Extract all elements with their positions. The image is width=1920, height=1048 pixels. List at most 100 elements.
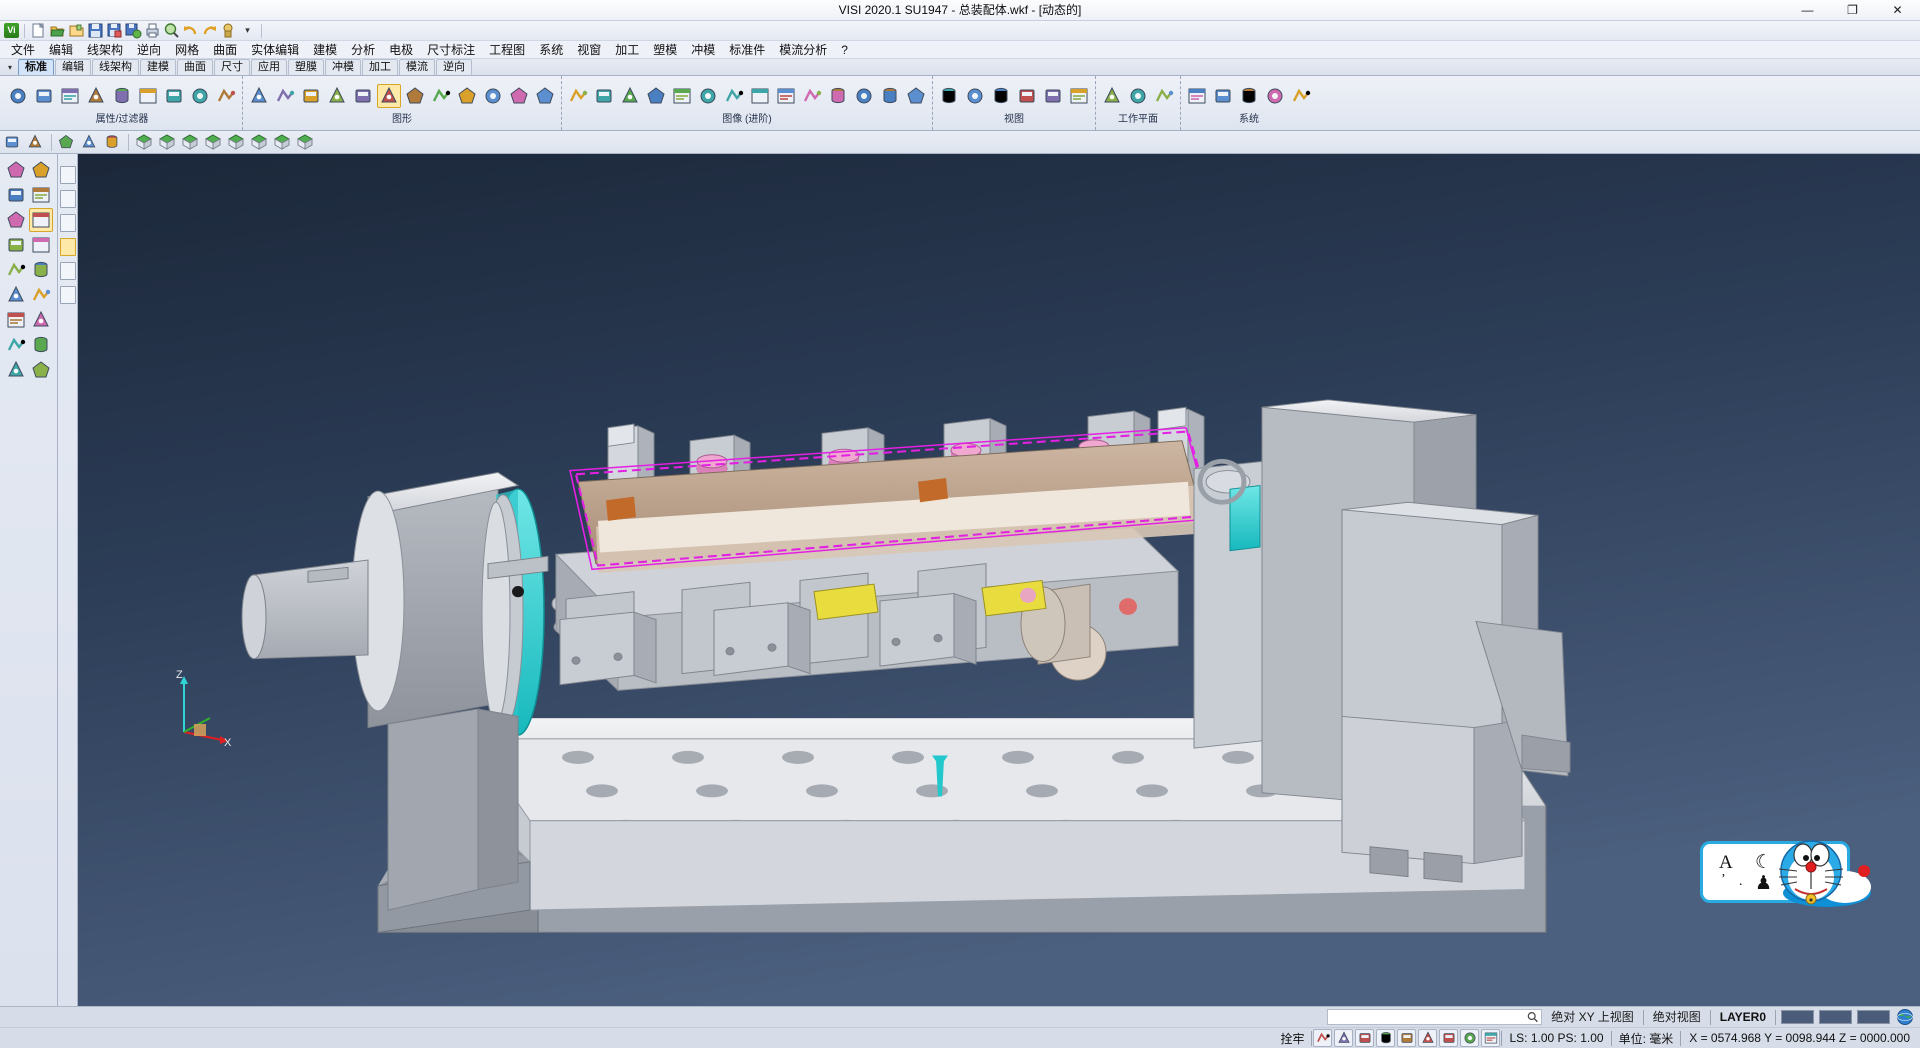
- snap-list-icon[interactable]: [1439, 1029, 1458, 1047]
- ribbon-tab-3[interactable]: 建模: [140, 59, 176, 75]
- menu-item-15[interactable]: 塑模: [646, 41, 684, 59]
- view-right-icon[interactable]: [963, 84, 987, 108]
- menu-item-5[interactable]: 曲面: [206, 41, 244, 59]
- color-swatch-1[interactable]: [1781, 1010, 1814, 1024]
- dock-panel-3[interactable]: [60, 214, 76, 232]
- hidden-line-view-icon[interactable]: [299, 84, 323, 108]
- cone-blue-icon[interactable]: [826, 84, 850, 108]
- snap-center-icon[interactable]: [1460, 1029, 1479, 1047]
- shaded-view-icon[interactable]: [377, 84, 401, 108]
- ribbon-tab-10[interactable]: 模流: [399, 59, 435, 75]
- cone-display-icon[interactable]: [774, 84, 798, 108]
- dock-panel-4[interactable]: [60, 238, 76, 256]
- transparent-view-icon[interactable]: [403, 84, 427, 108]
- view-mode-label[interactable]: 绝对 XY 上视图: [1542, 1008, 1642, 1026]
- draft-analysis-icon[interactable]: [481, 84, 505, 108]
- bottom-view-icon[interactable]: [248, 132, 270, 152]
- silhouette-view-icon[interactable]: [429, 84, 453, 108]
- menu-item-4[interactable]: 网格: [168, 41, 206, 59]
- right-view-icon[interactable]: [202, 132, 224, 152]
- globe-icon[interactable]: [1896, 1008, 1914, 1026]
- new-file-icon[interactable]: [30, 22, 47, 39]
- solid-body-icon[interactable]: [56, 132, 78, 152]
- ribbon-tab-7[interactable]: 塑膜: [288, 59, 324, 75]
- zoom-window-icon[interactable]: [4, 158, 28, 182]
- wp-define-icon[interactable]: [1126, 84, 1150, 108]
- lighting-icon[interactable]: [618, 84, 642, 108]
- preferences-icon[interactable]: [1263, 84, 1287, 108]
- add-entity-icon[interactable]: [188, 84, 212, 108]
- refresh-view-icon[interactable]: [136, 84, 160, 108]
- color-swatch-3[interactable]: [1857, 1010, 1890, 1024]
- back-view-icon[interactable]: [225, 132, 247, 152]
- traffic-light-icon[interactable]: [110, 84, 134, 108]
- menu-item-10[interactable]: 尺寸标注: [420, 41, 482, 59]
- wp-rotate-icon[interactable]: [1152, 84, 1176, 108]
- texture-icon[interactable]: [644, 84, 668, 108]
- regenerate-view-icon[interactable]: [4, 283, 28, 307]
- layer-label[interactable]: LAYER0: [1711, 1010, 1775, 1024]
- view-left-icon[interactable]: [937, 84, 961, 108]
- visi-logo-icon[interactable]: Vi: [4, 23, 19, 38]
- toggle-visibility-icon[interactable]: [162, 84, 186, 108]
- dynamic-rotate-icon[interactable]: [566, 84, 590, 108]
- color-swatch-2[interactable]: [1819, 1010, 1852, 1024]
- maximize-button[interactable]: ❐: [1830, 0, 1875, 21]
- ribbon-tab-9[interactable]: 加工: [362, 59, 398, 75]
- funnel-multi-icon[interactable]: [904, 84, 928, 108]
- regenerate-icon[interactable]: [247, 84, 271, 108]
- menu-item-9[interactable]: 电极: [382, 41, 420, 59]
- funnel-green-icon[interactable]: [800, 84, 824, 108]
- close-button[interactable]: ✕: [1875, 0, 1920, 21]
- view-type-label[interactable]: 绝对视图: [1644, 1008, 1710, 1026]
- snap-grid-icon[interactable]: [1355, 1029, 1374, 1047]
- menu-item-7[interactable]: 建模: [306, 41, 344, 59]
- print-icon[interactable]: [144, 22, 161, 39]
- sketch-line-icon[interactable]: [29, 158, 53, 182]
- funnel-red-icon[interactable]: [878, 84, 902, 108]
- menu-item-1[interactable]: 编辑: [42, 41, 80, 59]
- import-file-icon[interactable]: [68, 22, 85, 39]
- 3d-viewport[interactable]: Z X A ☾ ’ . ♟: [78, 154, 1920, 1006]
- snap-cross-icon[interactable]: [1481, 1029, 1500, 1047]
- ribbon-tab-0[interactable]: 标准: [18, 59, 54, 75]
- menu-item-17[interactable]: 标准件: [722, 41, 772, 59]
- menu-item-12[interactable]: 系统: [532, 41, 570, 59]
- ribbon-collapse-icon[interactable]: ▾: [2, 60, 18, 75]
- menu-item-11[interactable]: 工程图: [482, 41, 532, 59]
- snap-point-icon[interactable]: [1313, 1029, 1332, 1047]
- save-all-icon[interactable]: [125, 22, 142, 39]
- remove-entity-icon[interactable]: [214, 84, 238, 108]
- ribbon-tab-11[interactable]: 逆向: [436, 59, 472, 75]
- settings-gear-icon[interactable]: [4, 358, 28, 382]
- snap-pencil-icon[interactable]: [1334, 1029, 1353, 1047]
- rotate-axis-icon[interactable]: [4, 233, 28, 257]
- open-folder-icon[interactable]: [29, 358, 53, 382]
- save-as-icon[interactable]: [106, 22, 123, 39]
- undo-arrow-icon[interactable]: [29, 333, 53, 357]
- iso2-view-icon[interactable]: [294, 132, 316, 152]
- ribbon-tab-6[interactable]: 应用: [251, 59, 287, 75]
- color-palette-icon[interactable]: [6, 84, 30, 108]
- menu-item-2[interactable]: 线架构: [80, 41, 130, 59]
- ribbon-tab-5[interactable]: 尺寸: [214, 59, 250, 75]
- measure-tool-icon[interactable]: [592, 84, 616, 108]
- zoom-icon[interactable]: [163, 22, 180, 39]
- zoom-fit-icon[interactable]: [4, 183, 28, 207]
- hatch-icon[interactable]: [533, 84, 557, 108]
- units-label[interactable]: 单位: 毫米: [1612, 1030, 1681, 1047]
- ribbon-tab-2[interactable]: 线架构: [92, 59, 139, 75]
- menu-item-13[interactable]: 视窗: [570, 41, 608, 59]
- document-props-icon[interactable]: [1211, 84, 1235, 108]
- shaded-box-icon[interactable]: [29, 283, 53, 307]
- face-select-icon[interactable]: [79, 132, 101, 152]
- layer-manager-icon[interactable]: [1185, 84, 1209, 108]
- point-select-icon[interactable]: [102, 132, 124, 152]
- menu-item-3[interactable]: 逆向: [130, 41, 168, 59]
- front-view-icon[interactable]: [156, 132, 178, 152]
- hidden-line-dashed-icon[interactable]: [325, 84, 349, 108]
- edit-curve-icon[interactable]: [29, 233, 53, 257]
- menu-item-16[interactable]: 冲模: [684, 41, 722, 59]
- menu-item-8[interactable]: 分析: [344, 41, 382, 59]
- snap-tangent-icon[interactable]: [1376, 1029, 1395, 1047]
